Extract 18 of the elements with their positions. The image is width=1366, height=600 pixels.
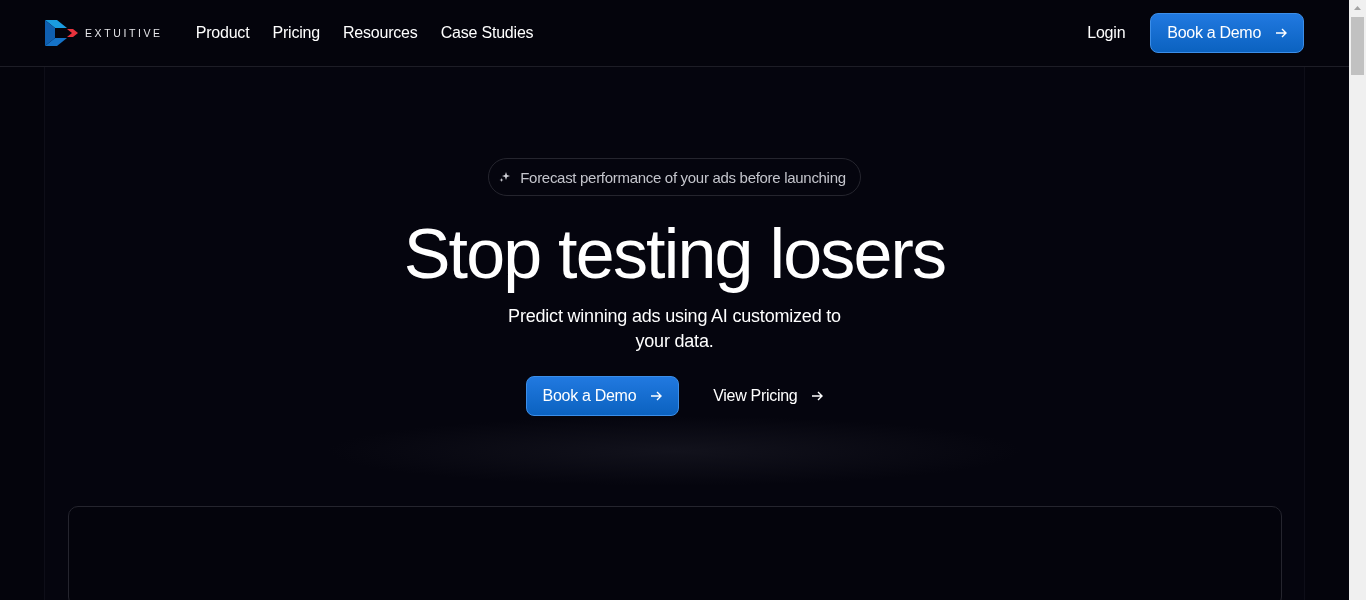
scroll-thumb[interactable] <box>1351 17 1364 75</box>
arrow-right-icon <box>1275 28 1287 38</box>
nav-link[interactable]: Product <box>195 24 250 42</box>
logo-wordmark[interactable]: EXTUITIVE <box>85 27 163 39</box>
scrollbar[interactable] <box>1349 0 1366 600</box>
logo-icon[interactable] <box>45 20 79 46</box>
nav-link[interactable]: Resources <box>342 24 418 42</box>
arrow-right-icon <box>650 391 663 401</box>
book-demo-button[interactable]: Book a Demo <box>1150 13 1304 53</box>
hero-heading: Stop testing losers <box>403 214 946 294</box>
view-pricing-link[interactable]: View Pricing <box>713 387 824 405</box>
sparkle-icon <box>499 171 512 183</box>
arrow-right-icon <box>811 391 824 401</box>
hero-subtitle: Predict winning ads using AI customized to your data. <box>507 305 842 353</box>
nav-link[interactable]: Case Studies <box>440 24 534 42</box>
book-demo-button[interactable]: Book a Demo <box>525 376 680 416</box>
nav-link[interactable]: Pricing <box>272 24 320 42</box>
login-link[interactable]: Login <box>1087 24 1126 42</box>
